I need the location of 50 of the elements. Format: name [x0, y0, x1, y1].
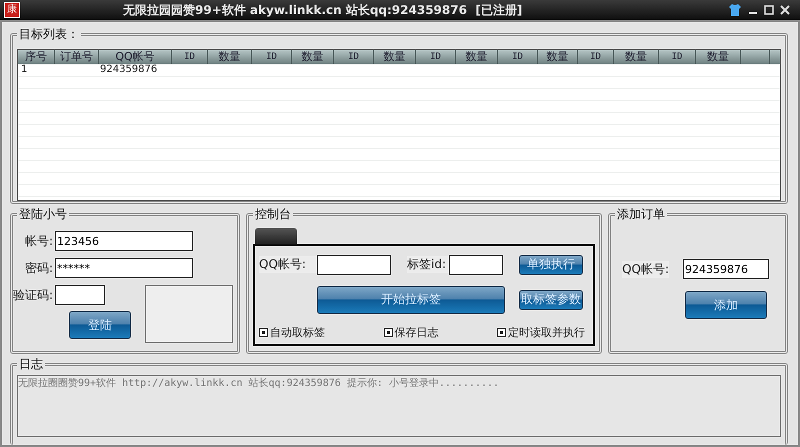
field-label: QQ帐号:	[259, 256, 317, 273]
text-field[interactable]: 123456	[55, 231, 194, 251]
column-header[interactable]: ID	[416, 50, 456, 64]
column-header[interactable]: ID	[252, 50, 292, 64]
field-label: 密码:	[25, 260, 54, 276]
table-cell-text: 924359876	[99, 64, 158, 76]
group-title: 控制台	[254, 206, 292, 223]
field-label: QQ帐号:	[622, 260, 669, 278]
column-header[interactable]: 数量	[292, 50, 334, 64]
maximize-icon[interactable]	[764, 5, 774, 15]
column-header[interactable]: ID	[659, 50, 696, 64]
group-title: 添加订单	[616, 206, 666, 223]
group-title: 登陆小号	[18, 206, 68, 223]
text-field[interactable]: 924359876	[683, 259, 769, 279]
text-field[interactable]	[317, 254, 391, 274]
column-header[interactable]: ID	[578, 50, 614, 64]
checkbox-option[interactable]: 定时读取并执行	[497, 324, 585, 340]
checkbox-option[interactable]: 保存日志	[384, 324, 438, 340]
column-header[interactable]: 序号	[18, 50, 55, 64]
table-cell-text: 1	[20, 64, 28, 76]
column-header[interactable]: QQ帐号	[99, 50, 172, 64]
text-field[interactable]	[449, 254, 503, 274]
column-header[interactable]: ID	[172, 50, 208, 64]
column-header[interactable]: 订单号	[55, 50, 99, 64]
login-button[interactable]: 登陆	[69, 311, 131, 339]
column-header[interactable]: 数量	[538, 50, 578, 64]
shirt-icon[interactable]	[728, 3, 742, 17]
run-single-button[interactable]: 单独执行	[519, 254, 583, 274]
field-label: 帐号:	[25, 232, 54, 250]
text-field[interactable]	[55, 285, 106, 305]
column-header[interactable]: 数量	[456, 50, 498, 64]
group-title: 目标列表：	[18, 26, 80, 43]
field-label: 标签id:	[407, 256, 449, 273]
column-header[interactable]: 数量	[208, 50, 252, 64]
group-title: 日志	[18, 356, 44, 373]
field-label: 验证码:	[13, 286, 54, 304]
column-header[interactable]: ID	[498, 50, 538, 64]
close-icon[interactable]	[780, 5, 790, 15]
checkbox-option[interactable]: 自动取标签	[259, 324, 325, 340]
column-header[interactable]: ID	[334, 50, 374, 64]
column-header[interactable]: 数量	[614, 50, 659, 64]
add-button[interactable]: 添加	[685, 291, 767, 319]
column-header[interactable]: 数量	[696, 50, 741, 64]
window-title: 无限拉园园赞99+软件 akyw.linkk.cn 站长qq:924359876 [已注册]	[123, 2, 524, 18]
text-field[interactable]: ******	[55, 258, 194, 278]
start-button[interactable]: 开始拉标签	[317, 286, 505, 314]
log-line: 无限拉圈圈赞99+软件 http://akyw.linkk.cn 站长qq:924359876 提示你: 小号登录中..........	[18, 376, 500, 390]
app-icon: 康	[4, 2, 20, 18]
column-header[interactable]: 数量	[374, 50, 416, 64]
fetch-params-button[interactable]: 取标签参数	[519, 290, 583, 310]
